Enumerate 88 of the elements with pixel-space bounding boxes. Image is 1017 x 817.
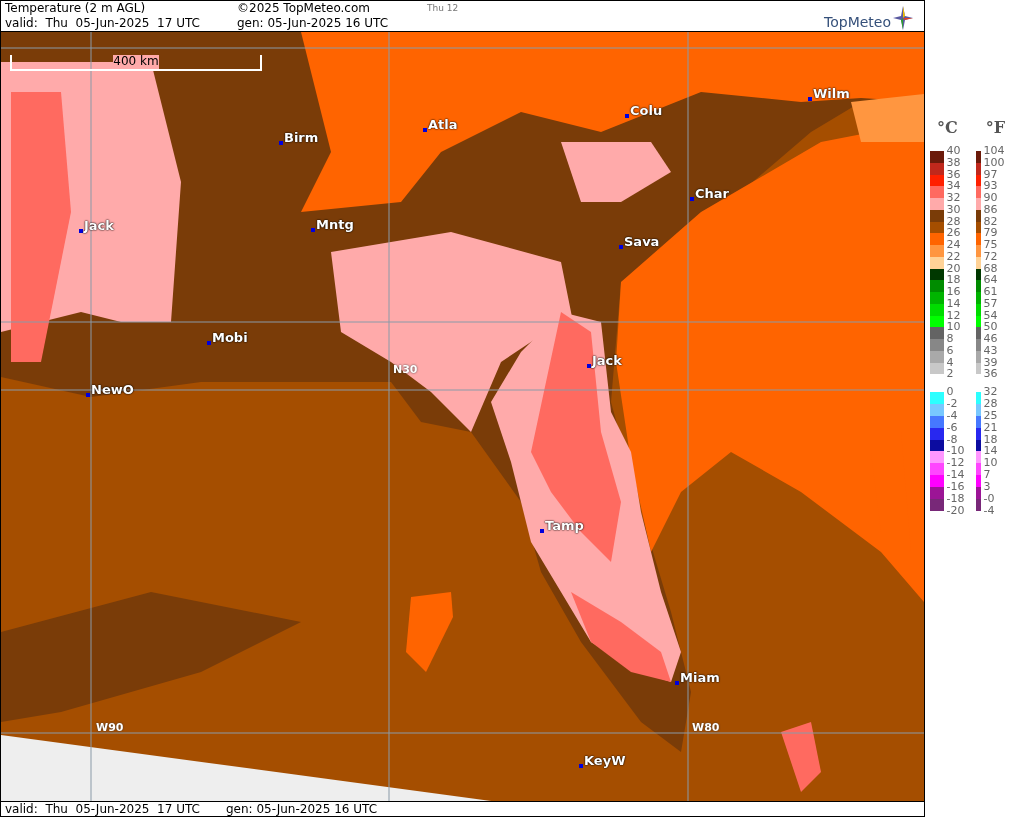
map-title: Temperature (2 m AGL) [5,1,147,16]
fahrenheit-tick-label: -4 [982,504,996,517]
fahrenheit-unit-label: °F [985,118,1006,137]
city-label: Char [695,187,729,201]
celsius-tick-label: 20 [945,262,962,275]
city-label: Mntg [316,218,354,232]
city-label: KeyW [584,754,626,768]
fahrenheit-tick-label: 86 [982,203,999,216]
fahrenheit-tick-label: 82 [982,215,999,228]
fahrenheit-tick-label: 72 [982,250,999,263]
fahrenheit-tick-label: 46 [982,333,999,345]
fahrenheit-tick-label: 79 [982,227,999,239]
fahrenheit-tick-label: 93 [982,180,999,192]
fahrenheit-tick-label: 28 [982,397,999,410]
celsius-tick-label: 2 [945,368,955,380]
celsius-tick-label: 14 [945,297,962,310]
celsius-tick-label: -6 [945,421,959,434]
scale-label: 400 km [113,55,159,69]
celsius-tick-label: -18 [945,493,966,505]
celsius-tick-label: 18 [945,274,962,286]
celsius-tick-label: -2 [945,397,959,410]
fahrenheit-tick-label: 57 [982,297,999,310]
celsius-tick-label: 30 [945,203,962,216]
fahrenheit-tick-label: 43 [982,344,999,357]
copyright-text: ©2025 TopMeteo.com [237,1,371,16]
celsius-tick-label: 34 [945,180,962,192]
city-label: Birm [284,131,319,145]
fahrenheit-tick-label: 21 [982,421,999,434]
celsius-tick-label: 16 [945,286,962,298]
celsius-tick-label: -4 [945,409,959,422]
celsius-tick-label: -8 [945,433,959,446]
fahrenheit-tick-label: 75 [982,239,999,251]
fahrenheit-tick-label: 10 [982,457,999,470]
fahrenheit-tick-label: 54 [982,309,999,322]
fahrenheit-tick-label: 36 [982,368,999,380]
celsius-tick-label: 6 [945,344,955,357]
celsius-tick-label: 10 [945,321,962,333]
fahrenheit-tick-label: 68 [982,262,999,275]
valid-time-text: valid: Thu 05-Jun-2025 17 UTC [5,802,200,816]
fahrenheit-tick-label: 3 [982,481,992,493]
fahrenheit-tick-label: 32 [982,386,999,398]
grid-coordinate-label: W80 [692,721,720,734]
fahrenheit-tick-label: 90 [982,192,999,204]
fahrenheit-tick-label: 25 [982,409,999,422]
celsius-tick-label: 36 [945,168,962,181]
fahrenheit-tick-label: 100 [982,156,1006,169]
celsius-tick-label: 4 [945,356,955,369]
celsius-tick-label: 28 [945,215,962,228]
fahrenheit-tick-label: 97 [982,168,999,181]
frame-label: Thu 12 [427,2,460,15]
celsius-tick-label: -20 [945,504,966,517]
celsius-tick-label: -10 [945,445,966,458]
celsius-tick-label: 32 [945,192,962,204]
fahrenheit-tick-label: 50 [982,321,999,333]
celsius-tick-label: 8 [945,333,955,345]
city-label: Mobi [212,331,248,345]
fahrenheit-tick-label: 39 [982,356,999,369]
city-label: Miam [680,671,720,685]
celsius-tick-label: 26 [945,227,962,239]
city-label: NewO [91,383,134,397]
city-label: Sava [624,235,660,249]
fahrenheit-tick-label: 61 [982,286,999,298]
generated-time-text: gen: 05-Jun-2025 16 UTC [226,802,378,816]
valid-time-text: valid: Thu 05-Jun-2025 17 UTC [5,16,201,31]
celsius-tick-label: -14 [945,469,966,482]
celsius-unit-label: °C [936,118,958,137]
fahrenheit-tick-label: 7 [982,469,992,482]
grid-coordinate-label: W90 [96,721,124,734]
city-label: Atla [428,118,458,132]
celsius-tick-label: 22 [945,250,962,263]
fahrenheit-tick-label: 14 [982,445,999,458]
city-label: Jack [84,219,114,233]
fahrenheit-tick-label: -0 [982,493,996,505]
celsius-tick-label: 12 [945,309,962,322]
fahrenheit-tick-label: 64 [982,274,999,286]
city-label: Colu [630,104,663,118]
generated-time-text: gen: 05-Jun-2025 16 UTC [237,16,390,31]
celsius-tick-label: -16 [945,481,966,493]
compass-star-icon [893,6,913,30]
fahrenheit-tick-label: 104 [982,145,1006,157]
celsius-tick-label: 40 [945,145,962,157]
celsius-tick-label: -12 [945,457,966,470]
celsius-tick-label: 24 [945,239,962,251]
celsius-tick-label: 0 [945,386,955,398]
city-label: Wilm [813,87,850,101]
logo-text: TopMeteo [824,14,891,30]
celsius-tick-label: 38 [945,156,962,169]
fahrenheit-tick-label: 18 [982,433,999,446]
